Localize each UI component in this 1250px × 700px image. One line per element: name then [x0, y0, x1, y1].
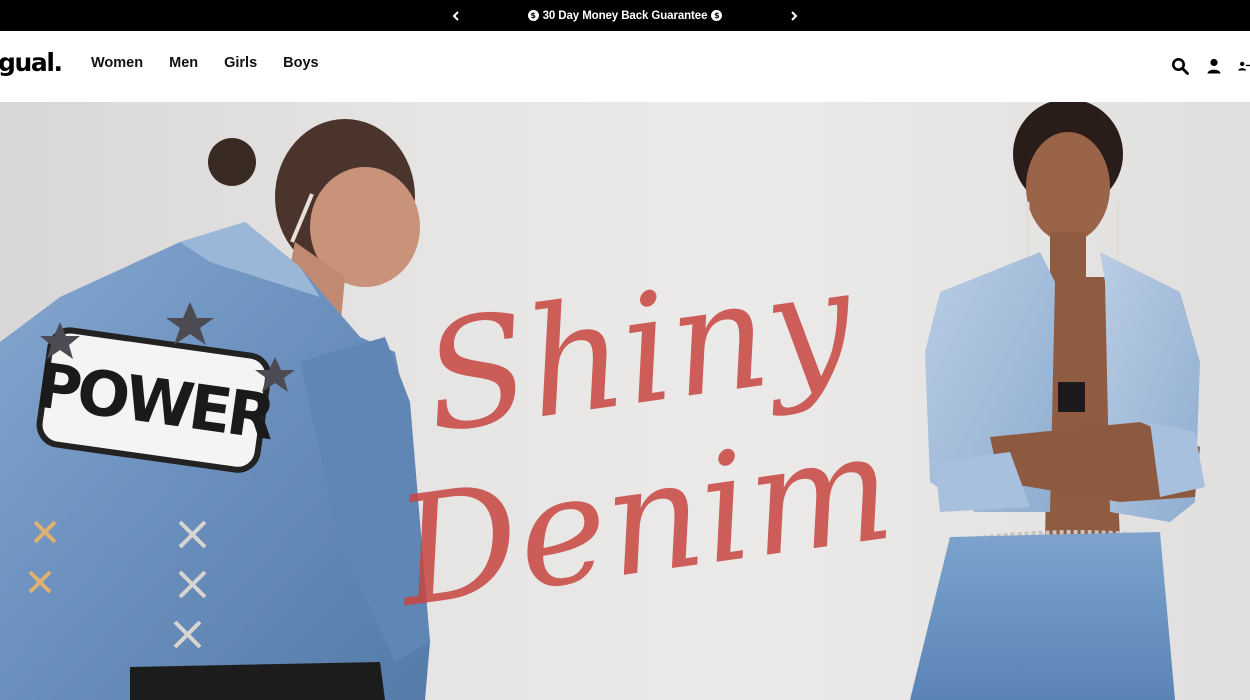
nav-item-women[interactable]: Women	[91, 55, 143, 71]
nav-item-men[interactable]: Men	[169, 55, 198, 71]
chevron-right-icon	[791, 10, 798, 21]
right-model	[910, 102, 1205, 700]
hero-banner[interactable]: POWER Shiny Denim	[0, 102, 1250, 700]
account-alt-icon	[1238, 61, 1250, 71]
announcement-message[interactable]: $ 30 Day Money Back Guarantee $	[527, 9, 723, 22]
search-button[interactable]	[1170, 56, 1190, 76]
site-header: gual. Women Men Girls Boys	[0, 31, 1250, 102]
hero-illustration: POWER Shiny Denim	[0, 102, 1205, 700]
brand-logo[interactable]: gual.	[0, 48, 63, 77]
announcement-bar: $ 30 Day Money Back Guarantee $	[0, 0, 1250, 31]
search-icon	[1172, 58, 1189, 75]
main-nav: Women Men Girls Boys	[91, 55, 319, 71]
nav-item-boys[interactable]: Boys	[283, 55, 318, 71]
announcement-prev-button[interactable]	[444, 0, 468, 31]
announcement-text: 30 Day Money Back Guarantee	[542, 9, 708, 22]
announcement-next-button[interactable]	[782, 0, 806, 31]
dollar-coin-icon: $	[711, 10, 723, 21]
nav-item-girls[interactable]: Girls	[224, 55, 257, 71]
account-button[interactable]	[1204, 56, 1224, 76]
account-icon	[1207, 58, 1221, 74]
left-model: POWER	[0, 119, 430, 700]
header-actions	[1170, 56, 1250, 76]
hero-headline: Shiny Denim	[384, 235, 902, 642]
dollar-coin-icon: $	[527, 10, 539, 21]
account-alt-button[interactable]	[1238, 56, 1250, 76]
chevron-left-icon	[452, 10, 459, 21]
